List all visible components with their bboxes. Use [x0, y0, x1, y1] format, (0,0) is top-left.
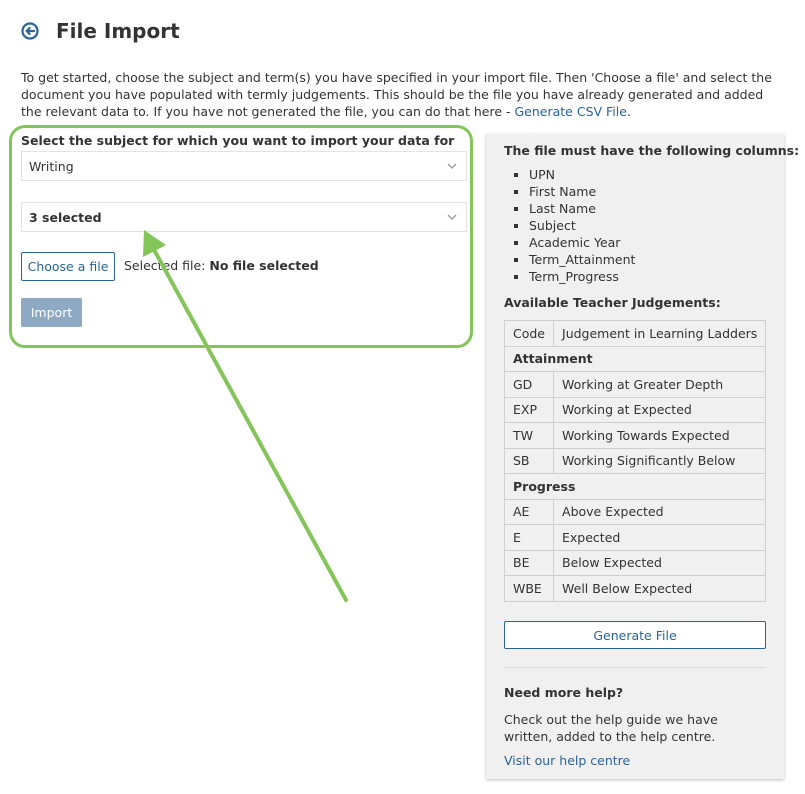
- list-item: Subject: [504, 217, 635, 234]
- table-row: E Expected: [503, 524, 767, 551]
- table-cell-desc: Below Expected: [553, 549, 767, 576]
- table-cell-code: E: [503, 524, 555, 551]
- table-row: BE Below Expected: [503, 549, 767, 576]
- chevron-down-icon: [447, 214, 457, 220]
- selected-file-value: No file selected: [209, 258, 319, 273]
- table-cell-desc: Well Below Expected: [553, 575, 767, 602]
- intro-tail: .: [626, 104, 631, 119]
- table-cell-desc: Working at Expected: [553, 396, 767, 423]
- columns-title: The file must have the following columns…: [504, 143, 800, 158]
- list-item: Academic Year: [504, 234, 635, 251]
- table-cell-code: BE: [503, 549, 555, 576]
- judgements-title: Available Teacher Judgements:: [504, 295, 721, 310]
- subject-select[interactable]: Writing: [21, 151, 467, 181]
- table-section-row: Progress: [503, 473, 767, 500]
- table-cell-code: WBE: [503, 575, 555, 602]
- table-cell-code: GD: [503, 371, 555, 398]
- intro-text: To get started, choose the subject and t…: [21, 69, 783, 120]
- table-cell-desc: Working Significantly Below: [553, 447, 767, 474]
- help-text: Check out the help guide we have written…: [504, 712, 718, 744]
- attainment-section-label: Attainment: [503, 345, 767, 372]
- table-cell-desc: Above Expected: [553, 498, 767, 525]
- table-row: TW Working Towards Expected: [503, 422, 767, 449]
- import-button[interactable]: Import: [21, 298, 82, 327]
- table-row: SB Working Significantly Below: [503, 447, 767, 474]
- list-item: Term_Attainment: [504, 251, 635, 268]
- list-item: Term_Progress: [504, 268, 635, 285]
- table-cell-code: EXP: [503, 396, 555, 423]
- table-cell-desc: Working at Greater Depth: [553, 371, 767, 398]
- table-cell-code: SB: [503, 447, 555, 474]
- list-item: Last Name: [504, 200, 635, 217]
- intro-body: To get started, choose the subject and t…: [21, 70, 772, 119]
- columns-list: UPN First Name Last Name Subject Academi…: [504, 166, 635, 285]
- divider: [504, 667, 766, 668]
- progress-section-label: Progress: [503, 473, 767, 500]
- subject-label: Select the subject for which you want to…: [21, 133, 455, 148]
- back-arrow-icon[interactable]: [21, 22, 39, 40]
- table-header-code: Code: [503, 320, 555, 347]
- subject-select-value: Writing: [29, 158, 74, 174]
- table-cell-code: AE: [503, 498, 555, 525]
- help-title: Need more help?: [504, 685, 624, 700]
- table-cell-desc: Expected: [553, 524, 767, 551]
- selected-file-status: Selected file: No file selected: [124, 258, 319, 273]
- term-select-value: 3 selected: [29, 209, 102, 225]
- page-title: File Import: [56, 19, 180, 43]
- table-row: EXP Working at Expected: [503, 396, 767, 423]
- chevron-down-icon: [447, 163, 457, 169]
- list-item: First Name: [504, 183, 635, 200]
- table-row: GD Working at Greater Depth: [503, 371, 767, 398]
- table-header-desc: Judgement in Learning Ladders: [553, 320, 767, 347]
- table-section-row: Attainment: [503, 345, 767, 372]
- table-header-row: Code Judgement in Learning Ladders: [503, 320, 767, 347]
- generate-file-button[interactable]: Generate File: [504, 621, 766, 649]
- table-cell-desc: Working Towards Expected: [553, 422, 767, 449]
- table-cell-code: TW: [503, 422, 555, 449]
- generate-csv-link[interactable]: Generate CSV File: [514, 104, 626, 119]
- help-centre-link[interactable]: Visit our help centre: [504, 753, 630, 768]
- selected-file-label: Selected file:: [124, 258, 210, 273]
- choose-file-button[interactable]: Choose a file: [21, 252, 115, 281]
- term-select[interactable]: 3 selected: [21, 202, 467, 232]
- table-row: WBE Well Below Expected: [503, 575, 767, 602]
- judgements-table: Code Judgement in Learning Ladders Attai…: [503, 320, 767, 602]
- list-item: UPN: [504, 166, 635, 183]
- table-row: AE Above Expected: [503, 498, 767, 525]
